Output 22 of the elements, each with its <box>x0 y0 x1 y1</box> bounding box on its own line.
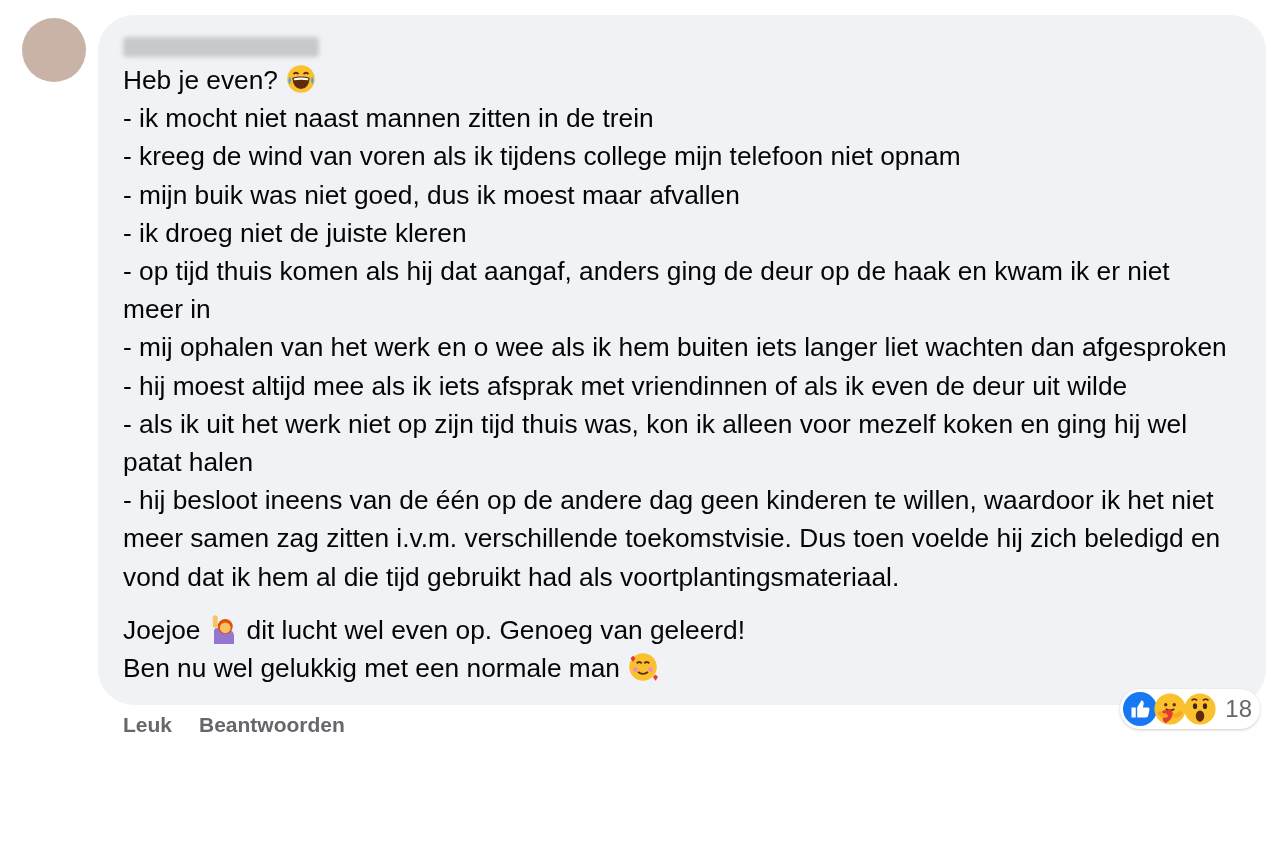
action-link[interactable]: Beantwoorden <box>199 713 345 738</box>
comment-text: Joejoe <box>123 614 201 645</box>
comment-text: dit lucht wel even op. Genoeg van geleerd! <box>246 614 745 645</box>
comment-text: - kreeg de wind van voren als ik tijdens college mijn telefoon niet opnam <box>123 141 961 172</box>
comment-text: - ik mocht niet naast mannen zitten in de trein <box>123 103 654 134</box>
comment-text: - ik droeg niet de juiste kleren <box>123 217 467 248</box>
reaction-count: 18 <box>1225 695 1252 724</box>
comment-text: Heb je even? <box>123 65 278 95</box>
thumbs-up-icon <box>1123 692 1158 727</box>
comment-text: - mij ophalen van het werk en o wee als ik hem buiten iets langer liet wachten dan afgesproken <box>123 332 1227 363</box>
comment-text: - als ik uit het werk niet op zijn tijd thuis was, kon ik alleen voor mezelf koken en ging hij wel patat halen <box>123 408 1188 478</box>
comment-text: - hij besloot ineens van de één op de andere dag geen kinderen te willen, waardoor ik het niet meer samen zag zitten i.v.m. verschillende toekomstvisie. Dus toen voelde hij zich beledigd en vond dat ik hem al die tijd gebruikt had als voortplantingsmateriaal. <box>123 485 1221 592</box>
laughing-face-icon <box>286 64 316 94</box>
comment-text: - mijn buik was niet goed, dus ik moest maar afvallen <box>123 179 740 210</box>
hugging-heart-face-icon <box>1153 692 1188 727</box>
comment-text: - hij moest altijd mee als ik iets afsprak met vriendinnen of als ik even de deur uit wilde <box>123 370 1128 401</box>
smiling-hearts-face-icon <box>628 652 658 683</box>
reaction-summary[interactable]: 18 <box>1120 689 1260 730</box>
comment-text: Ben nu wel gelukkig met een normale man <box>123 653 620 684</box>
action-link[interactable]: Leuk <box>123 713 172 738</box>
comment-text: - op tijd thuis komen als hij dat aangaf, anders ging de deur op de haak en kwam ik er niet meer in <box>123 256 1170 325</box>
surprised-face-icon <box>1183 692 1218 727</box>
